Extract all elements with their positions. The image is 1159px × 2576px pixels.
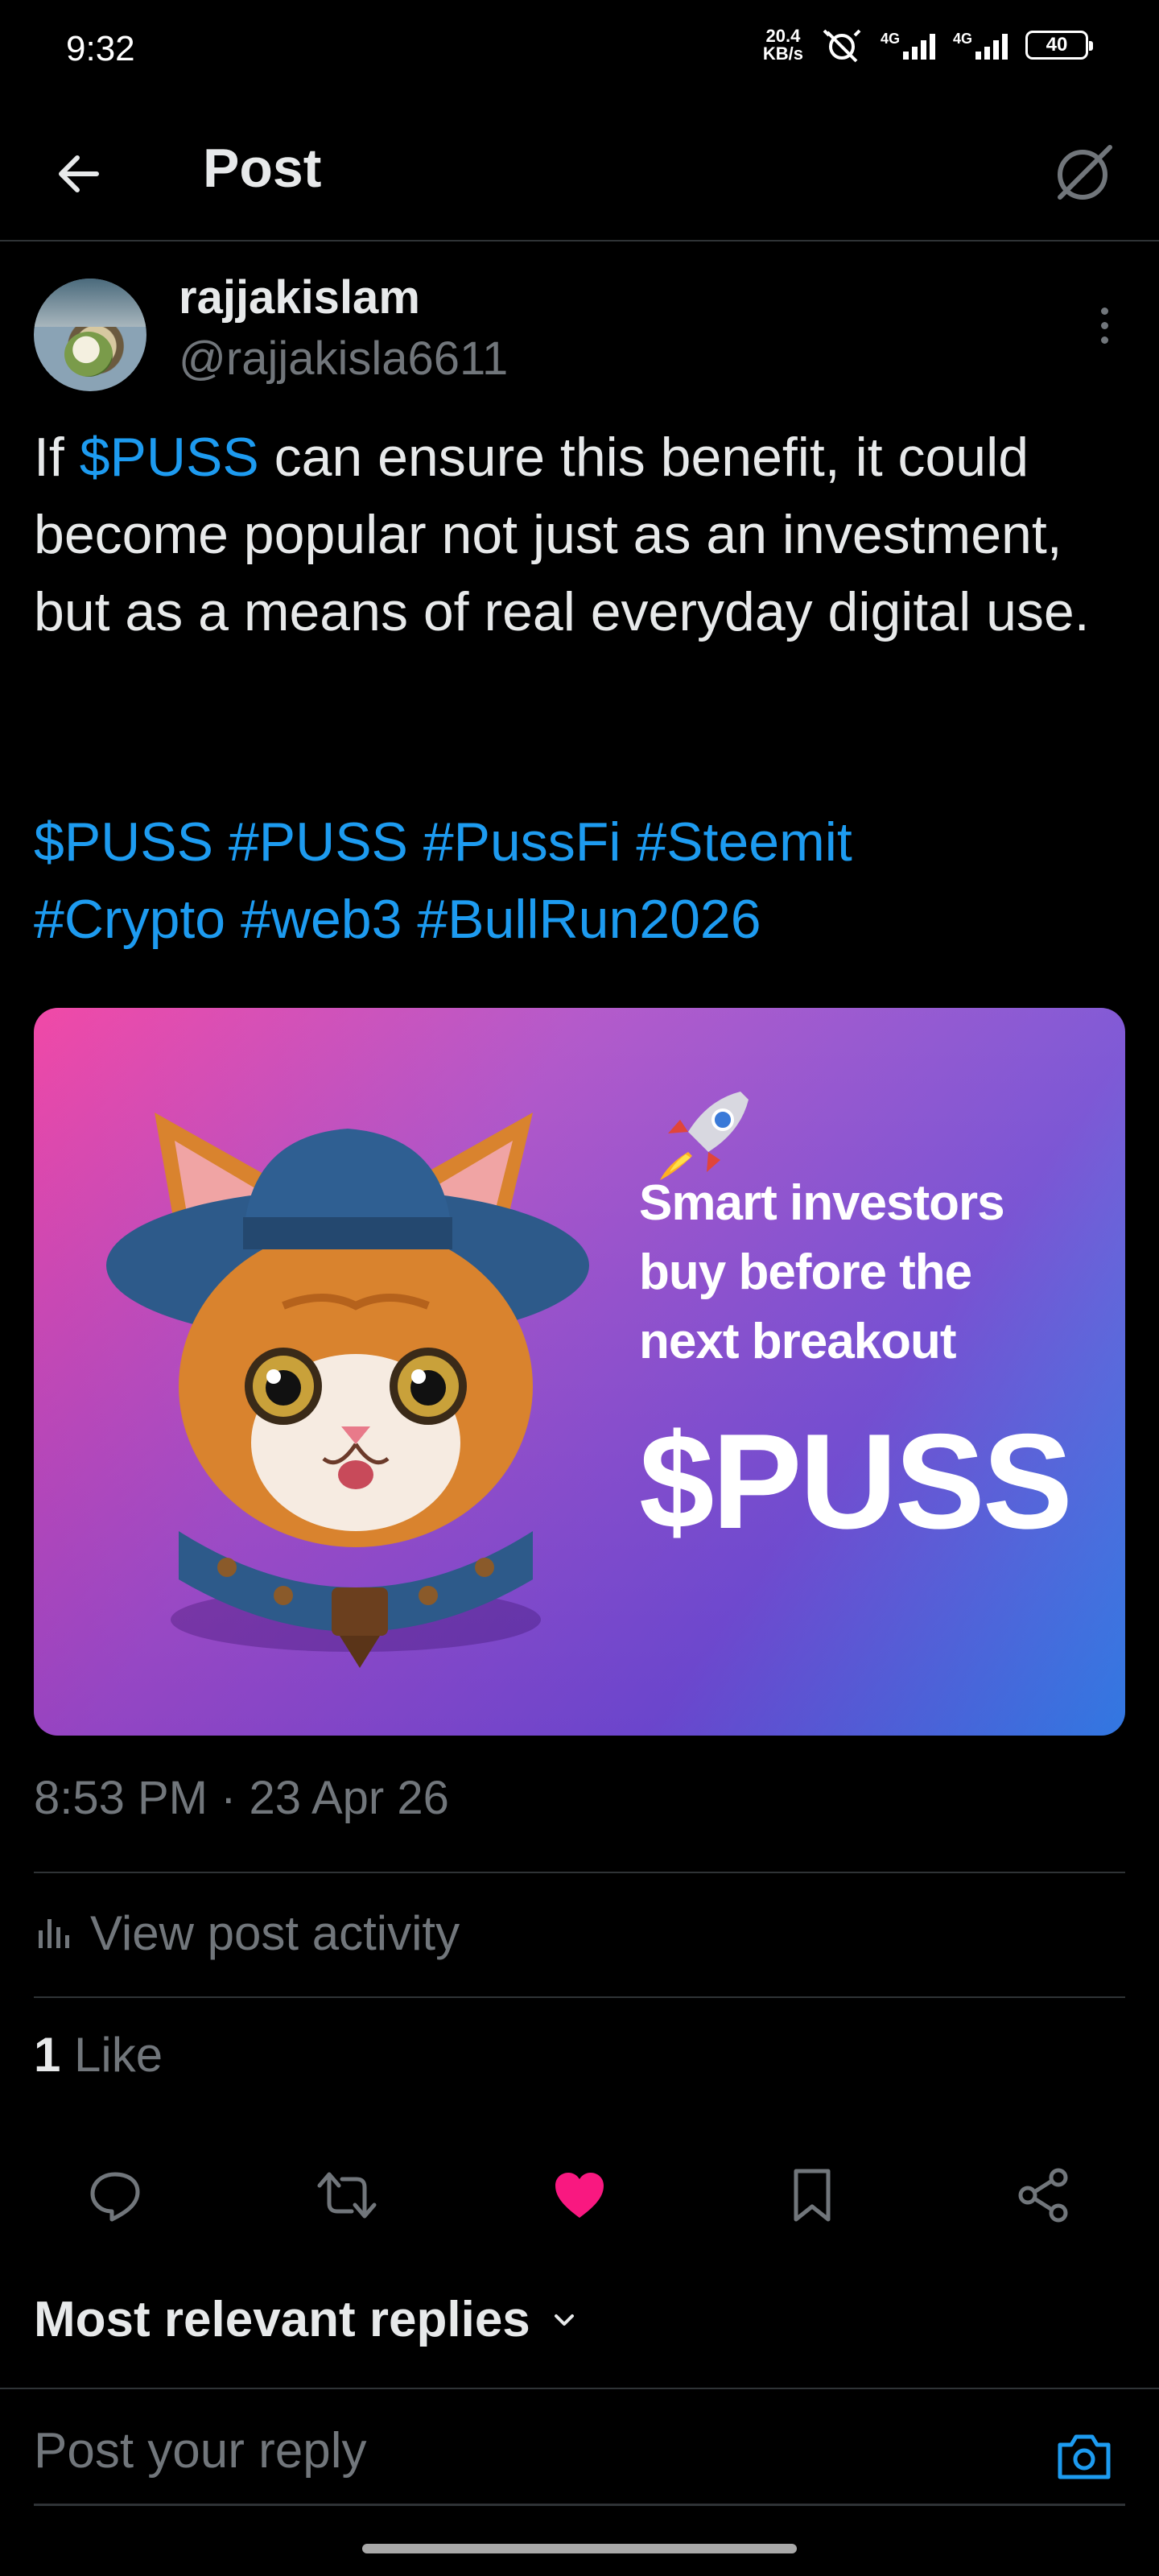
hashtag-link[interactable]: #Crypto [34, 889, 225, 950]
post-timestamp: 8:53 PM · 23 Apr 26 [34, 1772, 449, 1824]
grok-button[interactable] [1048, 137, 1120, 209]
like-count-label: Like [60, 2028, 163, 2082]
media-line-2: buy before the [639, 1245, 972, 1300]
chevron-down-icon [554, 2314, 574, 2326]
status-bar: 9:32 20.4 KB/s 4G 4G 40 [0, 0, 1159, 105]
share-button[interactable] [1000, 2151, 1088, 2240]
like-button[interactable] [535, 2151, 624, 2240]
hashtag-link[interactable]: #BullRun2026 [417, 889, 761, 950]
reply-icon [90, 2172, 140, 2222]
action-bar [0, 2151, 1159, 2240]
media-caption: Smart investors buy before the next brea… [639, 1169, 1106, 1554]
media-line-3: next breakout [639, 1314, 957, 1369]
bookmark-button[interactable] [768, 2151, 856, 2240]
divider [34, 1872, 1125, 1873]
divider [34, 1996, 1125, 1998]
network-speed: 20.4 KB/s [763, 27, 803, 63]
heart-filled-icon [555, 2173, 604, 2218]
camera-button[interactable] [1048, 2420, 1120, 2492]
activity-label: View post activity [90, 1905, 460, 1960]
network-speed-unit: KB/s [762, 43, 803, 64]
more-dot-icon [1100, 307, 1108, 315]
avatar[interactable] [34, 279, 146, 391]
hashtag-link[interactable]: #PussFi [423, 811, 621, 873]
hashtag-link[interactable]: #web3 [241, 889, 402, 950]
post-image[interactable]: Smart investors buy before the next brea… [34, 1008, 1125, 1736]
status-icons: 20.4 KB/s 4G 4G 40 [763, 27, 1093, 63]
network-type-2: 4G [952, 31, 972, 47]
replies-sort-label: Most relevant replies [34, 2292, 530, 2347]
back-button[interactable] [47, 142, 111, 206]
view-post-activity[interactable]: View post activity [34, 1897, 460, 1969]
replies-sort-dropdown[interactable]: Most relevant replies [34, 2291, 579, 2348]
repost-icon [317, 2172, 377, 2219]
alarm-off-icon [823, 29, 861, 63]
more-dot-icon [1100, 321, 1108, 329]
share-icon [1018, 2168, 1068, 2223]
hashtag-link[interactable]: $PUSS [34, 811, 213, 873]
reply-button[interactable] [71, 2151, 159, 2240]
author-name[interactable]: rajjakislam [179, 270, 420, 324]
grok-icon [1058, 145, 1112, 200]
post-text: If $PUSS can ensure this benefit, it cou… [34, 419, 1125, 650]
network-speed-value: 20.4 [765, 26, 801, 46]
post-text-start: If [34, 427, 80, 488]
repost-button[interactable] [303, 2151, 391, 2240]
home-indicator[interactable] [362, 2544, 797, 2553]
hashtag-list: $PUSS #PUSS #PussFi #Steemit #Crypto #we… [34, 803, 1125, 958]
media-brand: $PUSS [639, 1406, 1073, 1557]
more-options-button[interactable] [1088, 301, 1120, 349]
hashtag-link[interactable]: #Steemit [636, 811, 852, 873]
top-app-bar: Post [0, 121, 1159, 242]
bookmark-icon [794, 2169, 831, 2222]
signal-2-icon: 4G [953, 31, 1008, 60]
cat-mascot-illustration [106, 1113, 589, 1668]
cashtag-link[interactable]: $PUSS [80, 427, 259, 488]
reply-underline [34, 2504, 1125, 2506]
reply-input[interactable] [34, 2410, 1016, 2491]
author-handle[interactable]: @rajjakisla6611 [179, 332, 508, 386]
status-time: 9:32 [66, 29, 135, 68]
camera-icon [1058, 2434, 1111, 2479]
hashtag-link[interactable]: #PUSS [229, 811, 408, 873]
reply-composer [0, 2388, 1159, 2513]
media-line-1: Smart investors [639, 1175, 1005, 1231]
signal-1-icon: 4G [881, 31, 935, 60]
arrow-left-icon [59, 155, 99, 192]
network-type-1: 4G [880, 31, 900, 47]
like-count[interactable]: 1 Like [34, 2027, 163, 2083]
analytics-icon [39, 1919, 69, 1948]
battery-icon: 40 [1025, 31, 1093, 60]
page-title: Post [203, 138, 322, 199]
like-count-number: 1 [34, 2028, 61, 2082]
more-dot-icon [1100, 336, 1108, 344]
